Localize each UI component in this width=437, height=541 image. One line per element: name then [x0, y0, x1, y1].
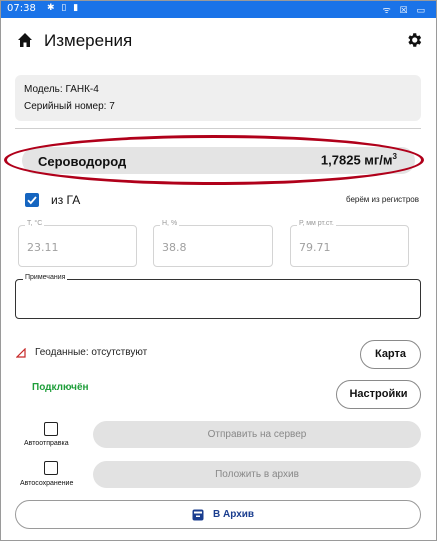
- page-title: Измерения: [44, 31, 133, 50]
- divider: [15, 128, 421, 129]
- temperature-label: Т, °С: [25, 220, 45, 227]
- warning-icon: [16, 348, 26, 358]
- autosend-label: Автоотправка: [24, 440, 69, 447]
- archive-button-label: В Архив: [213, 509, 255, 520]
- temperature-field[interactable]: Т, °С 23.11: [18, 220, 137, 267]
- temperature-value: 23.11: [27, 241, 59, 254]
- archive-icon: [192, 509, 204, 521]
- gas-name: Сероводород: [38, 154, 127, 169]
- home-icon[interactable]: [17, 32, 33, 48]
- device-info-card: Модель: ГАНК-4 Серийный номер: 7: [15, 75, 421, 121]
- autosave-label: Автосохранение: [20, 480, 74, 487]
- gas-value: 1,7825 мг/м3: [320, 152, 397, 168]
- gas-measurement-row[interactable]: Сероводород 1,7825 мг/м3: [22, 147, 415, 174]
- humidity-value: 38.8: [162, 241, 187, 254]
- gear-icon[interactable]: [405, 31, 423, 49]
- registers-note: берём из регистров: [345, 195, 419, 204]
- autosend-checkbox[interactable]: [44, 422, 58, 436]
- check-icon: [27, 196, 37, 205]
- pressure-value: 79.71: [299, 241, 331, 254]
- connection-status: Подключён: [32, 382, 89, 393]
- pressure-field[interactable]: Р, мм рт.ст. 79.71: [290, 220, 409, 267]
- from-ga-checkbox[interactable]: [25, 193, 39, 207]
- device-model: Модель: ГАНК-4: [24, 84, 99, 95]
- send-to-server-button[interactable]: Отправить на сервер: [93, 421, 421, 448]
- archive-button[interactable]: В Архив: [15, 500, 421, 529]
- status-icons-right: ᯤ ☒ ▭: [382, 6, 428, 16]
- device-serial: Серийный номер: 7: [24, 101, 115, 112]
- map-button[interactable]: Карта: [360, 340, 421, 369]
- put-to-archive-button[interactable]: Положить в архив: [93, 461, 421, 488]
- settings-button[interactable]: Настройки: [336, 380, 421, 409]
- pressure-label: Р, мм рт.ст.: [297, 220, 336, 227]
- status-icons-left: ✱ ▯ ▮: [47, 3, 81, 13]
- notes-label: Примечания: [23, 274, 68, 281]
- notes-field[interactable]: Примечания: [15, 274, 421, 319]
- humidity-field[interactable]: Н, % 38.8: [153, 220, 273, 267]
- geodata-status: Геоданные: отсутствуют: [35, 347, 148, 358]
- status-bar: 07:38 ✱ ▯ ▮ ᯤ ☒ ▭: [1, 1, 436, 18]
- humidity-label: Н, %: [160, 220, 180, 227]
- status-time: 07:38: [7, 3, 36, 14]
- from-ga-label: из ГА: [51, 193, 81, 207]
- autosave-checkbox[interactable]: [44, 461, 58, 475]
- app-bar: Измерения: [1, 18, 436, 64]
